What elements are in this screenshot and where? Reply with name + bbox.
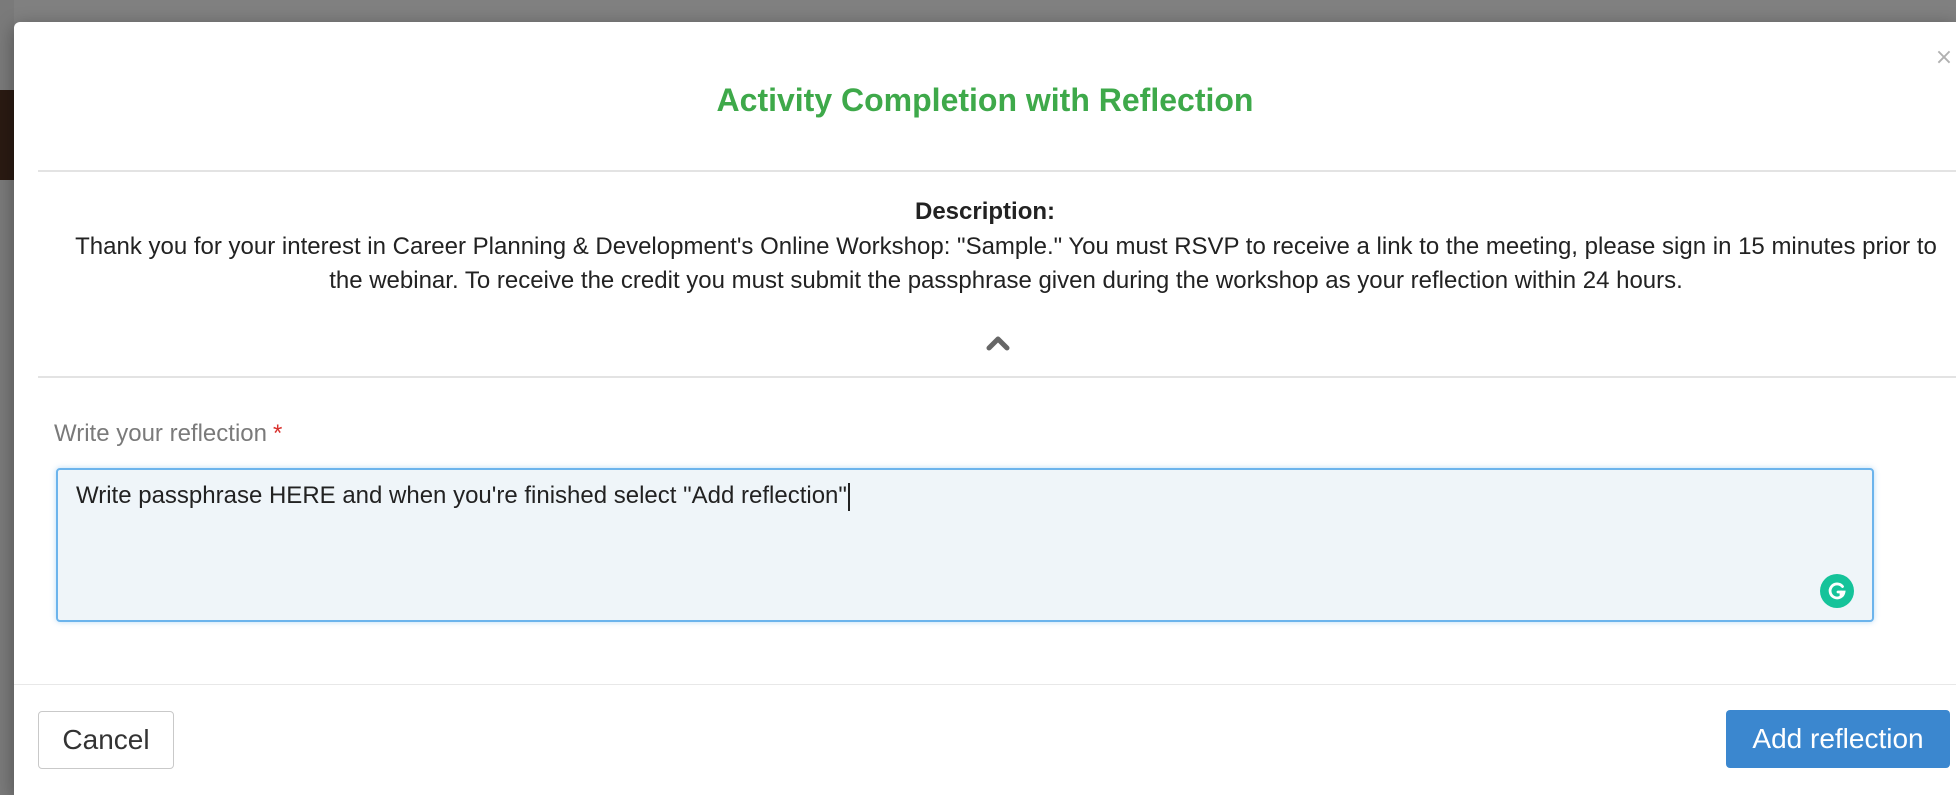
footer-divider xyxy=(14,684,1956,685)
reflection-modal: × Activity Completion with Reflection De… xyxy=(14,22,1956,795)
modal-header: Activity Completion with Reflection xyxy=(14,22,1956,172)
chevron-up-icon[interactable] xyxy=(980,328,1016,358)
header-divider xyxy=(38,170,1956,172)
modal-title: Activity Completion with Reflection xyxy=(716,82,1254,118)
description-label: Description: xyxy=(914,198,1055,225)
reflection-value-text[interactable]: Write passphrase HERE and when you're fi… xyxy=(76,482,847,509)
reflection-label-text: Write your reflection xyxy=(54,420,267,447)
description-text: Thank you for your interest in Career Pl… xyxy=(75,233,1937,294)
cancel-button[interactable]: Cancel xyxy=(38,711,174,769)
reflection-textarea-value[interactable]: Write passphrase HERE and when you're fi… xyxy=(76,482,850,511)
description-divider xyxy=(38,376,1956,378)
grammarly-icon[interactable] xyxy=(1820,574,1854,608)
add-reflection-button[interactable]: Add reflection xyxy=(1726,710,1950,768)
reflection-label: Write your reflection * xyxy=(54,420,282,448)
background-content-edge xyxy=(0,90,14,180)
text-caret xyxy=(847,482,850,511)
reflection-textarea[interactable]: Write passphrase HERE and when you're fi… xyxy=(56,468,1874,622)
required-marker: * xyxy=(272,420,283,447)
